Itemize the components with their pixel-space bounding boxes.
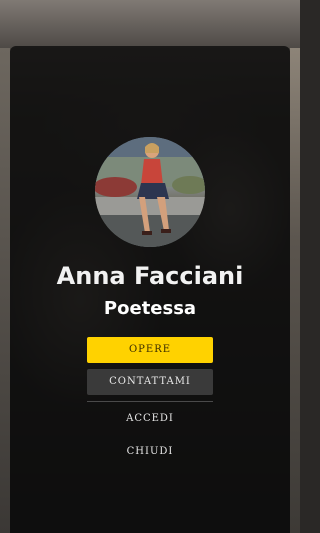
avatar <box>95 137 205 247</box>
close-link[interactable]: CHIUDI <box>87 446 213 457</box>
background-top-strip <box>0 0 300 48</box>
opere-button[interactable]: OPERE <box>87 337 213 363</box>
avatar-photo <box>95 137 205 247</box>
profile-role: Poetessa <box>103 298 197 319</box>
profile-name: Anna Facciani <box>56 262 244 290</box>
background-right-edge <box>290 48 300 533</box>
menu-divider <box>87 401 213 402</box>
login-link[interactable]: ACCEDI <box>87 413 213 424</box>
background-left-edge <box>0 48 10 533</box>
contact-button[interactable]: CONTATTAMI <box>87 369 213 395</box>
